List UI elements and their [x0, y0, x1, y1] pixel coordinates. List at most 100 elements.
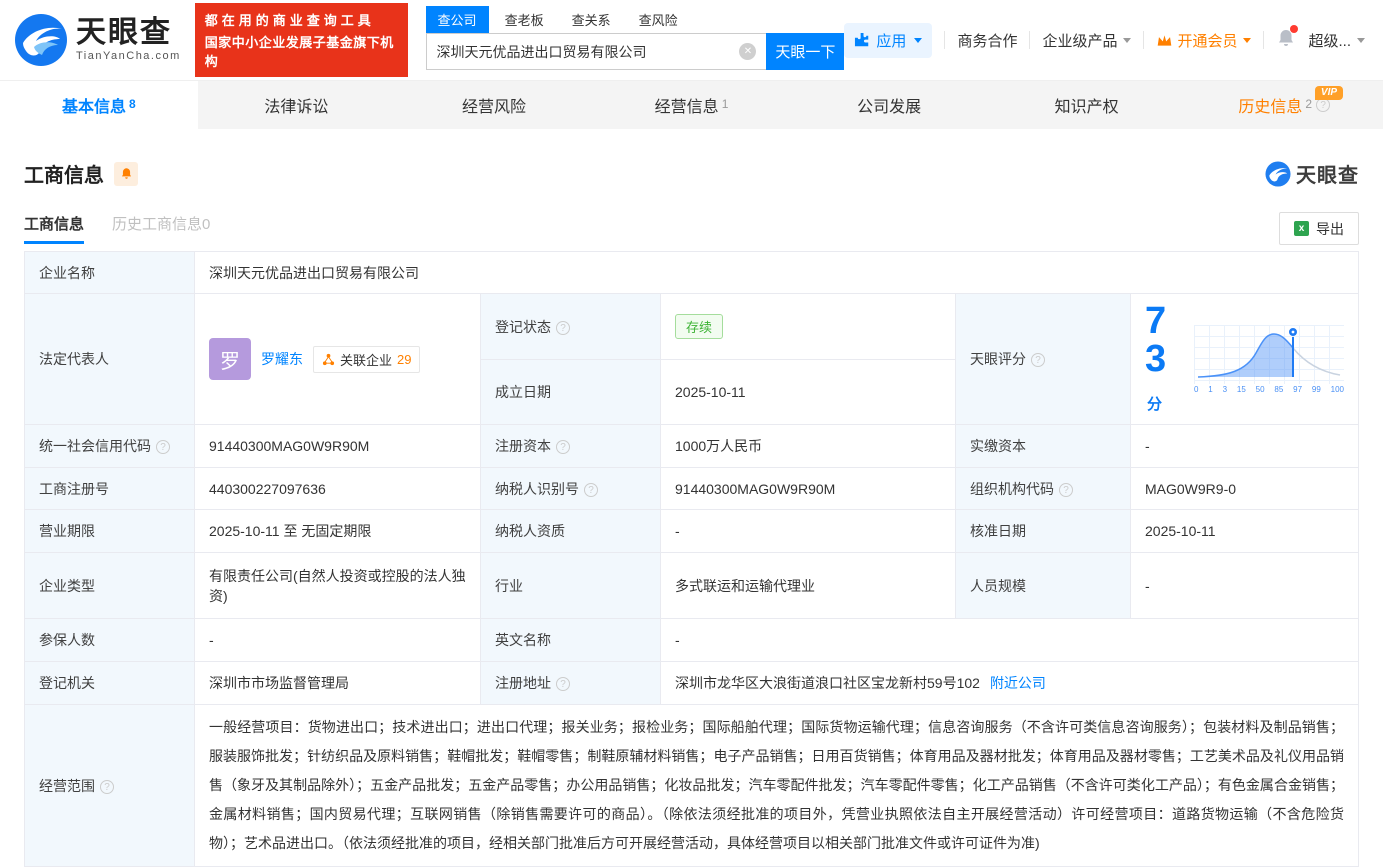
watermark-text: 天眼查 — [1296, 159, 1359, 188]
field-label: 经营范围 — [25, 705, 195, 867]
field-label: 纳税人资质 — [481, 510, 661, 553]
monitor-bell-button[interactable] — [114, 162, 138, 186]
field-label: 天眼评分 — [956, 294, 1131, 425]
field-label: 工商注册号 — [25, 468, 195, 510]
table-row: 营业期限 2025-10-11 至 无固定期限 纳税人资质 - 核准日期 202… — [25, 510, 1359, 553]
tab-label: 经营风险 — [462, 93, 526, 117]
brand-name: 天眼查 — [76, 18, 181, 48]
help-icon[interactable] — [100, 780, 114, 794]
field-label-text: 登记状态 — [495, 319, 551, 335]
nav-enterprise-label: 企业级产品 — [1042, 30, 1117, 51]
help-icon[interactable] — [1031, 353, 1045, 367]
legal-rep-cell: 罗 罗耀东 关联企业 29 — [195, 294, 481, 425]
field-label: 行业 — [481, 553, 661, 619]
help-icon[interactable] — [556, 440, 570, 454]
nav-account-label: 超级... — [1308, 30, 1351, 51]
tab-label: 历史信息 — [1238, 93, 1302, 117]
tab-operational-risk[interactable]: 经营风险 — [395, 81, 593, 129]
chevron-down-icon — [914, 38, 922, 43]
tab-basic-info[interactable]: 基本信息 8 — [0, 81, 198, 129]
field-label: 统一社会信用代码 — [25, 425, 195, 468]
field-label-text: 天眼评分 — [970, 351, 1026, 367]
tab-business-info[interactable]: 经营信息 1 — [593, 81, 791, 129]
tab-legal-proceedings[interactable]: 法律诉讼 — [198, 81, 396, 129]
business-scope-value: 一般经营项目：货物进出口；技术进出口；进出口代理；报关业务；报检业务；国际船舶代… — [195, 705, 1359, 867]
tab-label: 知识产权 — [1055, 93, 1119, 117]
apps-puzzle-icon — [854, 32, 870, 48]
table-row: 登记机关 深圳市市场监督管理局 注册地址 深圳市龙华区大浪街道浪口社区宝龙新村5… — [25, 662, 1359, 705]
tab-intellectual-property[interactable]: 知识产权 — [988, 81, 1186, 129]
export-label: 导出 — [1316, 219, 1344, 239]
tab-count: 2 — [1305, 97, 1312, 111]
tab-label: 基本信息 — [62, 93, 126, 117]
search-button[interactable]: 天眼一下 — [766, 33, 844, 70]
help-icon[interactable] — [556, 321, 570, 335]
divider — [1029, 31, 1030, 49]
taxpayer-id-value: 91440300MAG0W9R90M — [661, 468, 956, 510]
search-tab-risk[interactable]: 查风险 — [627, 6, 690, 33]
tab-label: 法律诉讼 — [264, 93, 328, 117]
related-companies-badge[interactable]: 关联企业 29 — [313, 346, 420, 373]
excel-icon: x — [1294, 221, 1309, 236]
chart-axis-ticks: 0131550859799100 — [1194, 385, 1344, 394]
search-tab-relation[interactable]: 查关系 — [560, 6, 623, 33]
field-label: 参保人数 — [25, 619, 195, 662]
field-label: 注册地址 — [481, 662, 661, 705]
chevron-down-icon — [1123, 38, 1131, 43]
related-companies-count: 29 — [397, 352, 411, 367]
help-icon[interactable] — [1316, 98, 1330, 112]
field-label: 组织机构代码 — [956, 468, 1131, 510]
legal-rep-name-link[interactable]: 罗耀东 — [261, 349, 303, 369]
subtab-history-registration[interactable]: 历史工商信息0 — [112, 213, 210, 244]
field-label: 营业期限 — [25, 510, 195, 553]
field-label: 法定代表人 — [25, 294, 195, 425]
nav-open-vip[interactable]: 开通会员 — [1156, 30, 1251, 51]
legal-rep-avatar[interactable]: 罗 — [209, 338, 251, 380]
table-row: 工商注册号 440300227097636 纳税人识别号 91440300MAG… — [25, 468, 1359, 510]
nav-cooperation[interactable]: 商务合作 — [957, 30, 1017, 51]
nav-apps-label: 应用 — [876, 30, 906, 51]
brand-domain: TianYanCha.com — [76, 50, 181, 62]
notification-dot — [1290, 25, 1298, 33]
top-nav: 应用 商务合作 企业级产品 开通会员 超级... — [844, 23, 1365, 58]
tab-history-info[interactable]: VIP 历史信息 2 — [1185, 81, 1383, 129]
reg-number-value: 440300227097636 — [195, 468, 481, 510]
field-label: 英文名称 — [481, 619, 661, 662]
nav-enterprise[interactable]: 企业级产品 — [1042, 30, 1131, 51]
tianyancha-logo-icon — [14, 13, 68, 67]
tab-company-development[interactable]: 公司发展 — [790, 81, 988, 129]
help-icon[interactable] — [556, 677, 570, 691]
company-tab-bar: 基本信息 8 法律诉讼 经营风险 经营信息 1 公司发展 知识产权 VIP 历史… — [0, 80, 1383, 129]
divider — [1263, 31, 1264, 49]
search-input[interactable] — [426, 33, 767, 70]
search-tab-company[interactable]: 查公司 — [426, 6, 489, 33]
main-content: 工商信息 天眼查 工商信息 历史工商信息0 x 导出 企业名称 深圳天元优品进出… — [0, 159, 1383, 867]
tab-count: 1 — [722, 97, 729, 111]
help-icon[interactable] — [1059, 483, 1073, 497]
table-row: 参保人数 - 英文名称 - — [25, 619, 1359, 662]
nav-account[interactable]: 超级... — [1308, 30, 1365, 51]
export-button[interactable]: x 导出 — [1279, 212, 1359, 245]
business-term-value: 2025-10-11 至 无固定期限 — [195, 510, 481, 553]
divider — [944, 31, 945, 49]
taxpayer-quality-value: - — [661, 510, 956, 553]
company-name-value: 深圳天元优品进出口贸易有限公司 — [195, 252, 1359, 294]
help-icon[interactable] — [584, 483, 598, 497]
help-icon[interactable] — [156, 440, 170, 454]
chevron-down-icon — [1243, 38, 1251, 43]
field-label: 核准日期 — [956, 510, 1131, 553]
subtab-business-registration[interactable]: 工商信息 — [24, 213, 84, 244]
tianyancha-logo[interactable]: 天眼查 TianYanCha.com — [14, 13, 181, 67]
field-label: 登记机关 — [25, 662, 195, 705]
promo-line2: 国家中小企业发展子基金旗下机构 — [205, 32, 398, 70]
tab-label: 公司发展 — [857, 93, 921, 117]
nav-apps[interactable]: 应用 — [844, 23, 932, 58]
related-companies-icon — [322, 353, 335, 366]
status-badge: 存续 — [675, 314, 723, 339]
notifications-bell[interactable] — [1276, 28, 1296, 53]
paid-capital-value: - — [1131, 425, 1359, 468]
search-tab-boss[interactable]: 查老板 — [493, 6, 556, 33]
table-row: 企业类型 有限责任公司(自然人投资或控股的法人独资) 行业 多式联运和运输代理业… — [25, 553, 1359, 619]
section-title: 工商信息 — [24, 159, 104, 188]
nearby-companies-link[interactable]: 附近公司 — [990, 675, 1046, 691]
